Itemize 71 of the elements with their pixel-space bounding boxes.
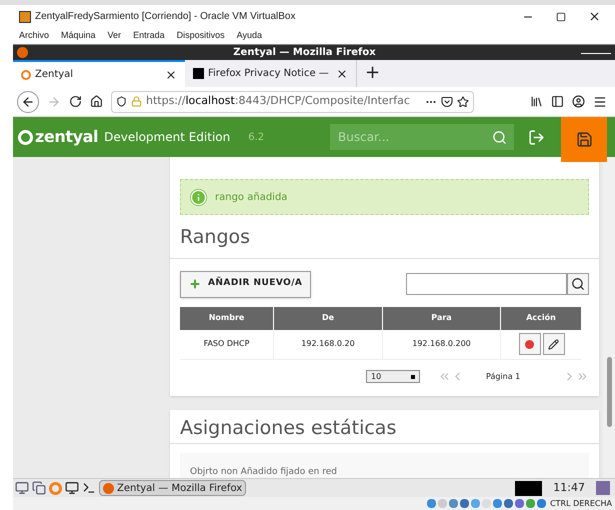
firefox-icon <box>17 47 28 58</box>
search-icon <box>492 130 506 144</box>
search-icon <box>571 277 585 291</box>
info-box: Objrto non Añadido fijado en red <box>180 452 589 478</box>
menu-icon[interactable] <box>593 94 607 108</box>
new-tab-button[interactable]: + <box>357 60 388 87</box>
mozilla-tab-icon <box>193 68 204 79</box>
delete-icon <box>525 340 534 348</box>
scrollbar[interactable] <box>603 157 615 478</box>
desktop-icon[interactable] <box>15 481 29 495</box>
table-cell: 192.168.0.200 <box>383 330 501 360</box>
maximize-icon[interactable] <box>556 12 566 22</box>
brand-name: zentyal <box>35 126 98 148</box>
close-tab-icon[interactable] <box>336 68 348 80</box>
bookmark-star-icon[interactable] <box>457 96 469 108</box>
monitor-icon[interactable] <box>65 481 79 495</box>
pocket-icon[interactable] <box>441 96 453 108</box>
save-button[interactable] <box>561 117 607 162</box>
back-arrow-icon <box>21 94 35 108</box>
menu-item[interactable]: Ver <box>108 29 122 43</box>
edition-label: Development Edition <box>104 129 230 146</box>
plus-icon <box>189 278 201 290</box>
column-header: Para <box>383 306 501 330</box>
sidebar-icon[interactable] <box>551 95 564 108</box>
delete-button[interactable] <box>518 333 540 355</box>
info-icon <box>190 188 207 206</box>
menu-item[interactable]: Máquina <box>61 29 96 43</box>
menu-item[interactable]: Dispositivos <box>176 29 225 43</box>
windows-icon[interactable] <box>32 481 46 495</box>
save-icon <box>576 131 592 148</box>
menu-item[interactable]: Ayuda <box>236 29 262 43</box>
table-search-field[interactable] <box>406 273 567 295</box>
add-new-button[interactable]: AÑADIR NUEVO/A <box>180 270 312 298</box>
clock: 11:47 <box>553 480 585 496</box>
close-icon[interactable] <box>588 10 601 23</box>
logout-icon[interactable] <box>528 128 545 146</box>
success-message: rango añadida <box>180 179 589 215</box>
host-key-label: CTRL DERECHA <box>550 498 612 510</box>
home-icon[interactable] <box>90 95 103 108</box>
close-tab-icon[interactable] <box>165 68 177 80</box>
table-cell: 192.168.0.20 <box>274 330 383 360</box>
section-title: Asignaciones estáticas <box>180 416 398 440</box>
account-icon[interactable] <box>572 95 585 108</box>
taskbar-button[interactable]: Zentyal — Mozilla Firefox <box>99 480 246 496</box>
search-field[interactable]: Buscar... <box>330 124 484 150</box>
browser-tab[interactable]: Zentyal <box>13 60 185 87</box>
pencil-icon <box>548 338 559 350</box>
library-icon[interactable] <box>530 95 543 108</box>
page-label: Página 1 <box>486 370 520 382</box>
menu-item[interactable]: Archivo <box>19 29 50 43</box>
page-size-select[interactable]: 10 <box>366 370 420 383</box>
back-button[interactable] <box>17 90 39 112</box>
column-header: Nombre <box>180 306 274 330</box>
edit-button[interactable] <box>542 333 564 355</box>
zentyal-logo-icon <box>18 130 33 144</box>
version-label: 6.2 <box>248 130 264 144</box>
app-icon <box>19 10 31 22</box>
zentyal-tab-icon <box>21 70 31 80</box>
menu-item[interactable]: Entrada <box>133 29 165 43</box>
search-button[interactable] <box>567 273 589 295</box>
section-title: Rangos <box>180 225 252 250</box>
table-cell: FASO DHCP <box>180 330 274 360</box>
column-header: De <box>274 306 383 330</box>
lock-warning-icon <box>131 96 142 107</box>
url-bar[interactable]: https://localhost:8443/DHCP/Composite/Interfac <box>111 90 474 112</box>
column-header: Acción <box>501 306 582 330</box>
shield-icon <box>116 96 127 107</box>
browser-title: Zentyal — Mozilla Firefox <box>232 46 377 60</box>
terminal-icon[interactable] <box>82 481 96 495</box>
window-title: ZentyalFredySarmiento [Corriendo] - Oracle VM VirtualBox <box>35 10 296 24</box>
reload-icon[interactable] <box>69 95 82 108</box>
